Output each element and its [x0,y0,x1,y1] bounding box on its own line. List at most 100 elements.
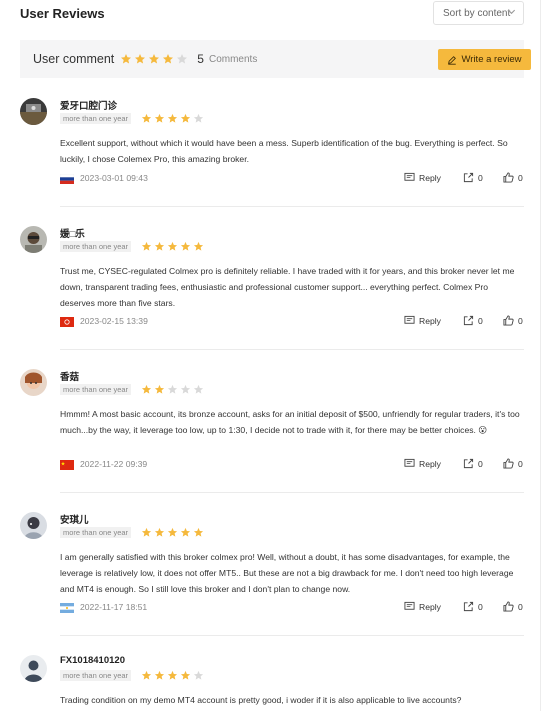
tenure-badge: more than one year [60,384,132,395]
pencil-icon [448,55,457,65]
star-filled-icon [180,527,191,537]
user-avatar[interactable] [20,655,47,682]
thumbs-up-icon [503,315,514,326]
post-date: 2022-11-17 18:51 [80,602,148,612]
star-filled-icon [193,527,204,537]
star-filled-icon [154,384,165,394]
summary-star-rating [120,53,190,65]
star-filled-icon [167,113,178,123]
summary-label: User comment [33,52,115,66]
tenure-badge: more than one year [60,527,132,538]
share-icon [463,172,474,183]
panel-border [540,0,541,711]
share-button[interactable]: 0 [463,458,483,469]
share-count: 0 [478,315,483,326]
thumbs-up-icon [503,172,514,183]
tenure-badge: more than one year [60,241,132,252]
like-button[interactable]: 0 [503,601,523,612]
star-filled-icon [121,54,132,64]
sort-dropdown-label: Sort by content [443,7,511,19]
star-filled-icon [141,384,152,394]
reply-button[interactable]: Reply [404,315,441,326]
like-count: 0 [518,458,523,469]
share-count: 0 [478,458,483,469]
star-empty-icon [193,670,204,680]
star-filled-icon [141,670,152,680]
star-filled-icon [154,670,165,680]
star-filled-icon [167,527,178,537]
argentina-flag-icon [60,603,74,613]
review-star-rating [141,384,206,395]
sort-dropdown[interactable]: Sort by content [433,1,524,25]
review-divider [60,492,524,493]
star-filled-icon [154,527,165,537]
share-count: 0 [478,601,483,612]
like-button[interactable]: 0 [503,315,523,326]
russia-flag-icon [60,174,74,184]
star-filled-icon [154,241,165,251]
like-button[interactable]: 0 [503,172,523,183]
tenure-badge: more than one year [60,670,132,681]
page-title: User Reviews [20,6,105,21]
user-name[interactable]: 媛□乐 [60,226,85,240]
post-date: 2022-11-22 09:39 [80,459,148,469]
review-meta: 2023-03-01 09:43 Reply 0 0 [60,172,524,186]
user-name[interactable]: 爱牙口腔门诊 [60,98,117,112]
star-empty-icon [177,54,188,64]
user-name[interactable]: 安琪儿 [60,512,89,526]
like-count: 0 [518,601,523,612]
star-filled-icon [141,113,152,123]
china-flag-icon [60,460,74,470]
chevron-down-icon [507,9,516,15]
thumbs-up-icon [503,458,514,469]
share-button[interactable]: 0 [463,315,483,326]
share-icon [463,458,474,469]
write-review-button[interactable]: Write a review [438,49,531,70]
user-name[interactable]: FX1018410120 [60,655,125,666]
star-filled-icon [163,54,174,64]
share-button[interactable]: 0 [463,601,483,612]
star-empty-icon [180,384,191,394]
star-empty-icon [193,113,204,123]
star-filled-icon [135,54,146,64]
like-count: 0 [518,315,523,326]
share-count: 0 [478,172,483,183]
star-filled-icon [141,241,152,251]
tenure-badge: more than one year [60,113,132,124]
reply-button[interactable]: Reply [404,172,441,183]
like-count: 0 [518,172,523,183]
review-divider [60,635,524,636]
reply-label: Reply [419,601,441,612]
reply-icon [404,601,415,610]
thumbs-up-icon [503,601,514,612]
reply-label: Reply [419,315,441,326]
reply-button[interactable]: Reply [404,458,441,469]
review-meta: 2022-11-17 18:51 Reply 0 0 [60,601,524,615]
review-meta: 2022-11-22 09:39 Reply 0 0 [60,458,524,472]
reply-icon [404,172,415,181]
user-avatar[interactable] [20,226,47,253]
review-divider [60,349,524,350]
review-divider [60,206,524,207]
review-text: Trading condition on my demo MT4 account… [60,695,462,705]
review-text: Trust me, CYSEC-regulated Colmex pro is … [60,266,515,308]
user-avatar[interactable] [20,98,47,125]
user-name[interactable]: 香菇 [60,369,79,383]
star-filled-icon [167,670,178,680]
star-filled-icon [193,241,204,251]
like-button[interactable]: 0 [503,458,523,469]
comment-summary-bar: User comment 5 Comments Write a review [20,40,531,78]
write-review-label: Write a review [461,54,522,65]
reply-label: Reply [419,458,441,469]
review-text: Excellent support, without which it woul… [60,138,508,164]
share-button[interactable]: 0 [463,172,483,183]
post-date: 2023-03-01 09:43 [80,173,148,183]
reply-button[interactable]: Reply [404,601,441,612]
user-avatar[interactable] [20,512,47,539]
review-text: I am generally satisfied with this broke… [60,552,514,594]
user-avatar[interactable] [20,369,47,396]
share-icon [463,601,474,612]
star-filled-icon [154,113,165,123]
reply-icon [404,458,415,467]
comment-count: 5 [197,52,204,66]
